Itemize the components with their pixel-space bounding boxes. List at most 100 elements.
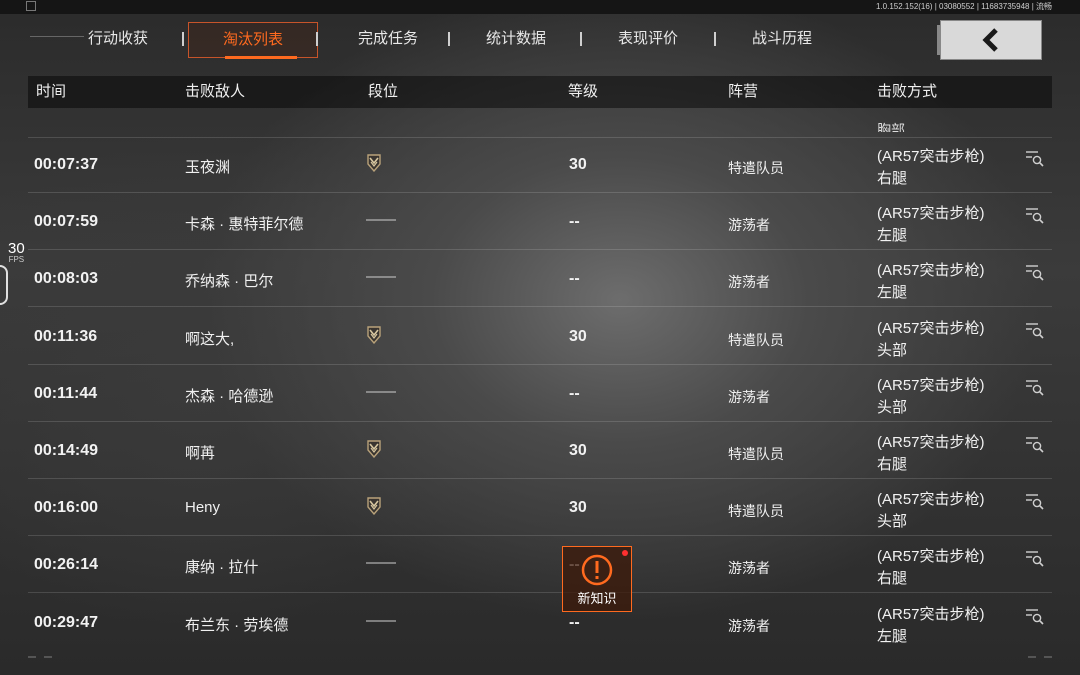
side-drawer-handle[interactable] xyxy=(0,265,8,305)
enemy-camp: 特遣队员 xyxy=(728,446,784,462)
kill-time: 00:08:03 xyxy=(34,270,99,288)
enemy-camp: 特遣队员 xyxy=(728,160,784,176)
weapon-name: (AR57突击步枪) xyxy=(877,605,985,623)
hit-location: 左腿 xyxy=(877,627,908,645)
fps-label: FPS xyxy=(8,255,25,264)
column-header-time: 时间 xyxy=(36,83,67,100)
tab-action-harvest[interactable]: 行动收获 xyxy=(62,22,174,56)
tab-statistics[interactable]: 统计数据 xyxy=(454,22,578,56)
table-row: 00:07:37 玉夜渊 30 特遣队员 (AR57突击步枪) 右腿 xyxy=(28,137,1052,193)
hit-location: 头部 xyxy=(877,513,908,531)
enemy-camp: 游荡者 xyxy=(728,617,770,634)
chevron-left-icon xyxy=(982,28,998,52)
kill-method: (AR57突击步枪) 右腿 xyxy=(877,546,1027,590)
enemy-camp: 游荡者 xyxy=(728,274,770,291)
kill-method: (AR57突击步枪) 头部 xyxy=(877,318,1027,362)
table-row-partial: 胸部 xyxy=(28,108,1052,138)
tab-bar: 行动收获 淘汰列表 完成任务 统计数据 表现评价 战斗历程 xyxy=(62,22,942,59)
kill-time: 00:29:47 xyxy=(34,613,99,631)
fps-counter: 30 FPS xyxy=(8,240,25,264)
enemy-name: 乔纳森 · 巴尔 xyxy=(185,273,274,291)
rank-badge-icon xyxy=(367,497,381,516)
table-row: 00:11:44 杰森 · 哈德逊 —— -- 游荡者 (AR57突击步枪) 头部 xyxy=(28,366,1052,422)
rank-cell: —— xyxy=(366,611,396,629)
weapon-name: (AR57突击步枪) xyxy=(877,376,985,394)
detail-search-icon xyxy=(1026,151,1044,167)
rank-cell xyxy=(366,154,382,176)
detail-search-icon xyxy=(1026,380,1044,396)
enemy-level: -- xyxy=(569,270,580,288)
tab-performance-review[interactable]: 表现评价 xyxy=(586,22,710,56)
rank-cell xyxy=(366,497,382,519)
weapon-name: (AR57突击步枪) xyxy=(877,262,985,280)
hit-location: 右腿 xyxy=(877,456,908,473)
weapon-name: (AR57突击步枪) xyxy=(877,548,985,566)
kill-method: (AR57突击步枪) 右腿 xyxy=(877,432,1027,476)
detail-search-icon xyxy=(1026,494,1044,510)
kill-method: (AR57突击步枪) 头部 xyxy=(877,489,1027,533)
table-row: 00:08:03 乔纳森 · 巴尔 —— -- 游荡者 (AR57突击步枪) 左腿 xyxy=(28,251,1052,308)
view-details-button[interactable] xyxy=(1025,435,1045,453)
partial-hit-text: 胸部 xyxy=(877,122,905,132)
kill-method: (AR57突击步枪) 左腿 xyxy=(877,260,1027,304)
kill-time: 00:26:14 xyxy=(34,556,99,574)
enemy-name: 康纳 · 拉什 xyxy=(185,559,259,577)
weapon-name: (AR57突击步枪) xyxy=(877,491,985,509)
view-details-button[interactable] xyxy=(1025,492,1045,510)
view-details-button[interactable] xyxy=(1025,378,1045,396)
decor-box xyxy=(1044,656,1052,658)
table-header: 时间 击败敌人 段位 等级 阵营 击败方式 xyxy=(28,76,1052,108)
view-details-button[interactable] xyxy=(1025,149,1045,167)
enemy-name: 啊苒 xyxy=(185,445,216,462)
table-row: 00:14:49 啊苒 30 特遣队员 (AR57突击步枪) 右腿 xyxy=(28,423,1052,479)
enemy-name: 杰森 · 哈德逊 xyxy=(185,387,274,405)
notification-dot xyxy=(622,550,628,556)
column-header-level: 等级 xyxy=(568,83,599,100)
view-details-button[interactable] xyxy=(1025,607,1045,625)
column-header-rank: 段位 xyxy=(368,83,399,100)
detail-search-icon xyxy=(1026,322,1044,339)
enemy-name: 布兰东 · 劳埃德 xyxy=(185,616,289,634)
decor-box xyxy=(1028,656,1036,658)
detail-search-icon xyxy=(1026,265,1044,281)
rank-cell: —— xyxy=(366,268,396,286)
view-details-button[interactable] xyxy=(1025,321,1045,339)
tab-battle-history[interactable]: 战斗历程 xyxy=(720,22,844,56)
kill-time: 00:07:37 xyxy=(34,156,99,173)
view-details-button[interactable] xyxy=(1025,206,1045,224)
tab-separator xyxy=(182,32,184,46)
tab-completed-tasks[interactable]: 完成任务 xyxy=(322,22,454,56)
hit-location: 右腿 xyxy=(877,570,908,588)
back-button[interactable] xyxy=(937,20,1042,60)
weapon-name: (AR57突击步枪) xyxy=(877,434,985,451)
kill-time: 00:11:36 xyxy=(34,327,98,345)
alert-icon xyxy=(581,554,613,586)
detail-search-icon xyxy=(1026,437,1044,453)
tab-separator xyxy=(448,32,450,46)
enemy-level: -- xyxy=(569,613,580,631)
view-details-button[interactable] xyxy=(1025,549,1045,567)
detail-search-icon xyxy=(1026,551,1044,567)
hit-location: 右腿 xyxy=(877,170,908,187)
column-header-camp: 阵营 xyxy=(728,83,759,100)
enemy-name: 啊这大, xyxy=(185,330,235,348)
bottom-decoration-bar xyxy=(28,654,1052,666)
enemy-camp: 特遣队员 xyxy=(728,503,784,520)
view-details-button[interactable] xyxy=(1025,263,1045,281)
kill-time: 00:16:00 xyxy=(34,499,99,517)
system-indicator xyxy=(26,1,36,11)
tab-elimination-list[interactable]: 淘汰列表 xyxy=(188,22,318,59)
table-row: 00:26:14康纳 · 拉什——--游荡者(AR57突击步枪)右腿 xyxy=(28,537,1052,594)
enemy-level: 30 xyxy=(569,442,587,459)
tab-separator xyxy=(316,32,318,46)
weapon-name: (AR57突击步枪) xyxy=(877,205,985,223)
kill-method: (AR57突击步枪) 左腿 xyxy=(877,203,1027,247)
hit-location: 头部 xyxy=(877,341,908,359)
kill-time: 00:14:49 xyxy=(34,442,99,459)
elimination-table[interactable]: 胸部 00:07:37 玉夜渊 30 特遣队员 (AR57突击步枪) 右腿 00:07:59… xyxy=(28,108,1052,648)
weapon-name: (AR57突击步枪) xyxy=(877,148,985,165)
new-knowledge-button[interactable]: 新知识 xyxy=(562,546,632,612)
enemy-name: Heny xyxy=(185,499,221,517)
tab-separator xyxy=(580,32,582,46)
rank-cell: —— xyxy=(366,554,396,572)
